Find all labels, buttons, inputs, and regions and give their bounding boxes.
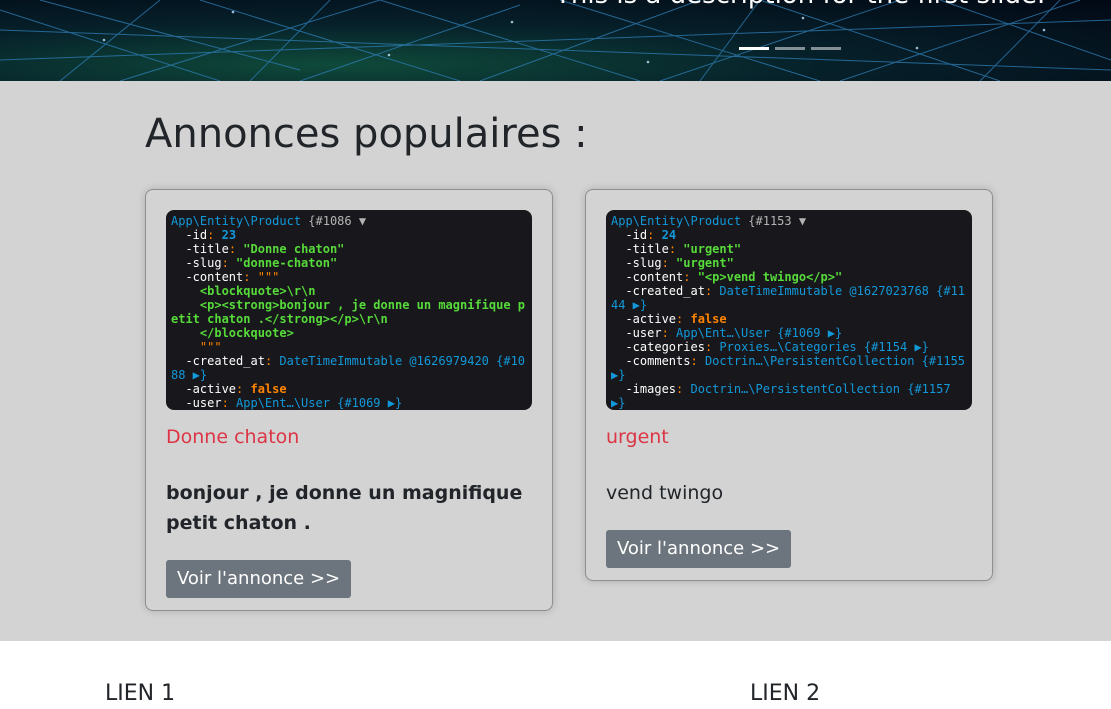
debug-dump: App\Entity\Product {#1153 ▼ -id: 24 -tit…	[606, 210, 972, 410]
listing-card: App\Entity\Product {#1153 ▼ -id: 24 -tit…	[585, 189, 993, 581]
listing-content: bonjour , je donne un magnifique petit c…	[166, 482, 523, 534]
listing-title: Donne chaton	[166, 426, 300, 448]
listing-card: App\Entity\Product {#1086 ▼ -id: 23 -tit…	[145, 189, 553, 611]
view-listing-button[interactable]: Voir l'annonce >>	[606, 530, 792, 568]
carousel-indicators	[739, 47, 841, 50]
view-listing-button[interactable]: Voir l'annonce >>	[166, 560, 352, 598]
carousel-indicator-1[interactable]	[739, 47, 769, 50]
popular-listings-section: Annonces populaires : App\Entity\Product…	[0, 81, 1111, 641]
hero-carousel[interactable]: This is a description for the first slid…	[0, 0, 1111, 81]
listing-content: vend twingo	[606, 482, 724, 504]
debug-dump: App\Entity\Product {#1086 ▼ -id: 23 -tit…	[166, 210, 532, 410]
listing-title: urgent	[606, 426, 669, 448]
carousel-indicator-2[interactable]	[775, 47, 805, 50]
footer-link-2[interactable]: LIEN 2	[750, 681, 820, 706]
network-background-image	[0, 0, 1111, 81]
footer: LIEN 1 LIEN 2	[0, 641, 1111, 709]
carousel-indicator-3[interactable]	[811, 47, 841, 50]
footer-link-1[interactable]: LIEN 1	[105, 681, 175, 706]
slide-caption: This is a description for the first slid…	[555, 0, 1045, 10]
section-heading: Annonces populaires :	[145, 111, 588, 157]
